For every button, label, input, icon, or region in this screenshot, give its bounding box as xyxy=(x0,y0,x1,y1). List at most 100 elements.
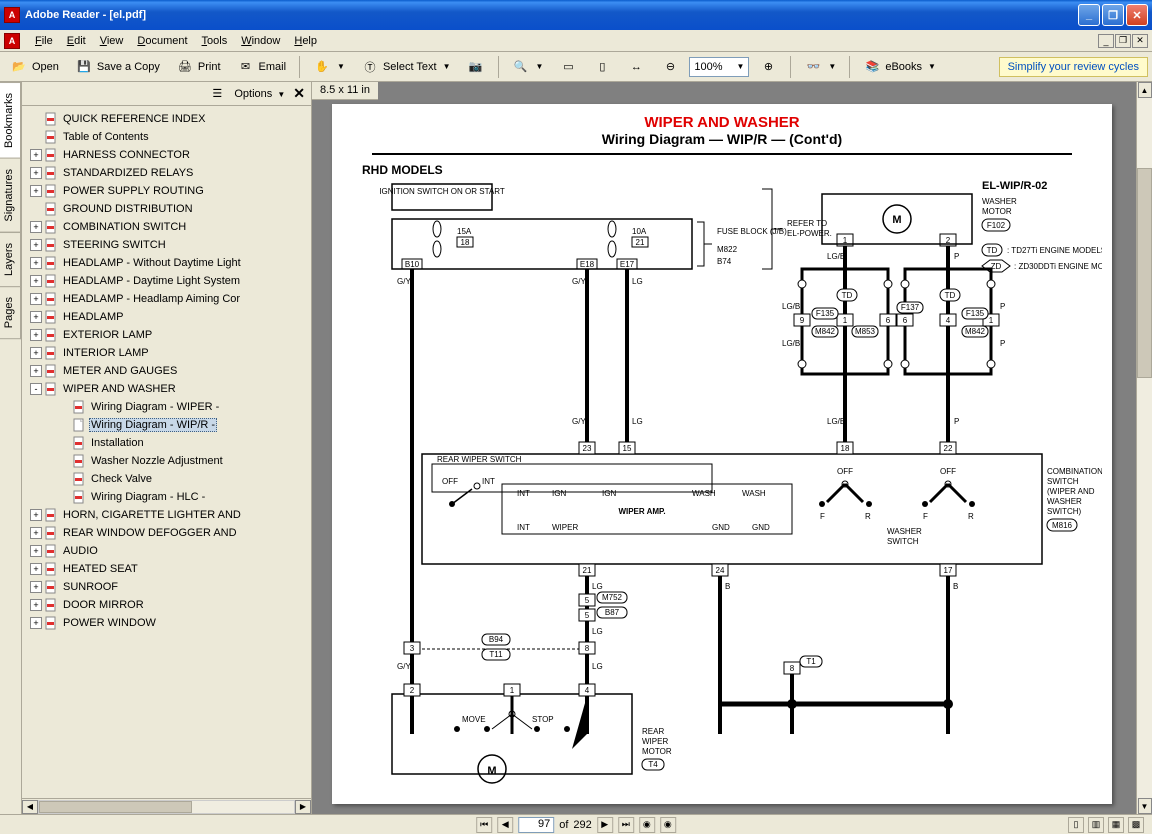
bookmark-item[interactable]: Check Valve xyxy=(24,470,309,488)
expand-icon[interactable]: + xyxy=(30,239,42,251)
tab-bookmarks[interactable]: Bookmarks xyxy=(0,82,21,159)
expand-icon[interactable]: + xyxy=(30,527,42,539)
expand-icon[interactable]: + xyxy=(30,545,42,557)
bookmark-item[interactable]: +DOOR MIRROR xyxy=(24,596,309,614)
first-page-button[interactable]: ⏮ xyxy=(476,817,492,833)
expand-icon[interactable]: + xyxy=(30,293,42,305)
bookmarks-hscroll[interactable]: ◀ ▶ xyxy=(22,798,311,814)
expand-icon[interactable]: + xyxy=(30,185,42,197)
scroll-thumb[interactable] xyxy=(1137,168,1152,378)
open-button[interactable]: 📂Open xyxy=(4,55,65,79)
bookmark-item[interactable]: +INTERIOR LAMP xyxy=(24,344,309,362)
email-button[interactable]: ✉Email xyxy=(231,55,293,79)
menu-edit[interactable]: Edit xyxy=(60,33,93,49)
scroll-thumb[interactable] xyxy=(39,801,192,813)
last-page-button[interactable]: ⏭ xyxy=(618,817,634,833)
menu-document[interactable]: Document xyxy=(130,33,194,49)
continuous-facing-button[interactable]: ▩ xyxy=(1128,817,1144,833)
bookmark-item[interactable]: Table of Contents xyxy=(24,128,309,146)
fit-width-button[interactable]: ↔ xyxy=(621,55,651,79)
expand-icon[interactable]: + xyxy=(30,563,42,575)
tab-signatures[interactable]: Signatures xyxy=(0,158,21,233)
bookmark-item[interactable]: +METER AND GAUGES xyxy=(24,362,309,380)
actual-size-button[interactable]: ▭ xyxy=(553,55,583,79)
scroll-track[interactable] xyxy=(38,800,295,814)
bookmark-item[interactable]: Wiring Diagram - WIPER - xyxy=(24,398,309,416)
menu-tools[interactable]: Tools xyxy=(195,33,235,49)
document-vscroll[interactable]: ▲ ▼ xyxy=(1136,82,1152,814)
facing-button[interactable]: ▦ xyxy=(1108,817,1124,833)
menu-help[interactable]: Help xyxy=(287,33,324,49)
bookmark-item[interactable]: +COMBINATION SWITCH xyxy=(24,218,309,236)
zoom-in-button[interactable]: 🔍▼ xyxy=(506,55,550,79)
mdi-close-button[interactable]: ✕ xyxy=(1132,34,1148,48)
expand-icon[interactable]: + xyxy=(30,149,42,161)
mdi-minimize-button[interactable]: _ xyxy=(1098,34,1114,48)
print-button[interactable]: 🖨Print xyxy=(170,55,227,79)
expand-icon[interactable]: + xyxy=(30,509,42,521)
bookmark-item[interactable]: +AUDIO xyxy=(24,542,309,560)
scroll-track[interactable] xyxy=(1137,98,1152,798)
tab-layers[interactable]: Layers xyxy=(0,232,21,287)
read-button[interactable]: 👓▼ xyxy=(798,55,842,79)
expand-icon[interactable]: + xyxy=(30,221,42,233)
expand-icon[interactable]: + xyxy=(30,365,42,377)
expand-icon[interactable]: + xyxy=(30,257,42,269)
bookmark-item[interactable]: +REAR WINDOW DEFOGGER AND xyxy=(24,524,309,542)
continuous-button[interactable]: ▥ xyxy=(1088,817,1104,833)
bookmark-item[interactable]: +EXTERIOR LAMP xyxy=(24,326,309,344)
bookmark-item[interactable]: +HEADLAMP xyxy=(24,308,309,326)
zoom-in2-button[interactable]: ⊕ xyxy=(753,55,783,79)
bookmark-item[interactable]: +HEADLAMP - Daytime Light System xyxy=(24,272,309,290)
ad-button[interactable]: Simplify your review cycles xyxy=(999,57,1148,77)
options-button[interactable]: Options ▼ xyxy=(234,88,285,100)
bookmark-item[interactable]: +HEATED SEAT xyxy=(24,560,309,578)
expand-icon[interactable]: + xyxy=(30,311,42,323)
collapse-icon[interactable]: - xyxy=(30,383,42,395)
expand-icon[interactable]: + xyxy=(30,275,42,287)
bookmark-item[interactable]: -WIPER AND WASHER xyxy=(24,380,309,398)
bookmark-item[interactable]: Wiring Diagram - HLC - xyxy=(24,488,309,506)
menu-window[interactable]: Window xyxy=(234,33,287,49)
fit-page-button[interactable]: ▯ xyxy=(587,55,617,79)
bookmark-item[interactable]: +SUNROOF xyxy=(24,578,309,596)
prev-page-button[interactable]: ◀ xyxy=(497,817,513,833)
forward-button[interactable]: ◉ xyxy=(660,817,676,833)
expand-icon[interactable]: + xyxy=(30,581,42,593)
bookmark-item[interactable]: GROUND DISTRIBUTION xyxy=(24,200,309,218)
bookmark-item[interactable]: +HORN, CIGARETTE LIGHTER AND xyxy=(24,506,309,524)
ebooks-button[interactable]: 📚eBooks▼ xyxy=(857,55,942,79)
minimize-button[interactable]: _ xyxy=(1078,4,1100,26)
expand-icon[interactable]: + xyxy=(30,599,42,611)
bookmark-item[interactable]: Installation xyxy=(24,434,309,452)
tab-pages[interactable]: Pages xyxy=(0,286,21,339)
menu-file[interactable]: File xyxy=(28,33,60,49)
single-page-button[interactable]: ▯ xyxy=(1068,817,1084,833)
panel-close-button[interactable]: ✕ xyxy=(293,85,305,102)
hand-tool-button[interactable]: ✋▼ xyxy=(307,55,351,79)
select-text-button[interactable]: ⓉSelect Text▼ xyxy=(355,55,457,79)
expand-icon[interactable]: + xyxy=(30,167,42,179)
bookmark-item[interactable]: QUICK REFERENCE INDEX xyxy=(24,110,309,128)
zoom-input[interactable]: 100%▼ xyxy=(689,57,749,77)
bookmark-item[interactable]: Wiring Diagram - WIP/R - xyxy=(24,416,309,434)
save-copy-button[interactable]: 💾Save a Copy xyxy=(69,55,166,79)
menu-view[interactable]: View xyxy=(93,33,131,49)
snapshot-button[interactable]: 📷 xyxy=(461,55,491,79)
expand-icon[interactable]: + xyxy=(30,347,42,359)
scroll-left-button[interactable]: ◀ xyxy=(22,800,38,814)
bookmark-item[interactable]: +HARNESS CONNECTOR xyxy=(24,146,309,164)
close-button[interactable]: ✕ xyxy=(1126,4,1148,26)
bookmark-item[interactable]: +POWER WINDOW xyxy=(24,614,309,632)
bookmark-item[interactable]: Washer Nozzle Adjustment xyxy=(24,452,309,470)
bookmark-item[interactable]: +STEERING SWITCH xyxy=(24,236,309,254)
mdi-restore-button[interactable]: ❐ xyxy=(1115,34,1131,48)
expand-icon[interactable]: + xyxy=(30,329,42,341)
scroll-up-button[interactable]: ▲ xyxy=(1138,82,1152,98)
bookmark-item[interactable]: +POWER SUPPLY ROUTING xyxy=(24,182,309,200)
back-button[interactable]: ◉ xyxy=(639,817,655,833)
zoom-out-button[interactable]: ⊖ xyxy=(655,55,685,79)
bookmark-item[interactable]: +HEADLAMP - Headlamp Aiming Cor xyxy=(24,290,309,308)
bookmark-item[interactable]: +STANDARDIZED RELAYS xyxy=(24,164,309,182)
bookmark-item[interactable]: +HEADLAMP - Without Daytime Light xyxy=(24,254,309,272)
